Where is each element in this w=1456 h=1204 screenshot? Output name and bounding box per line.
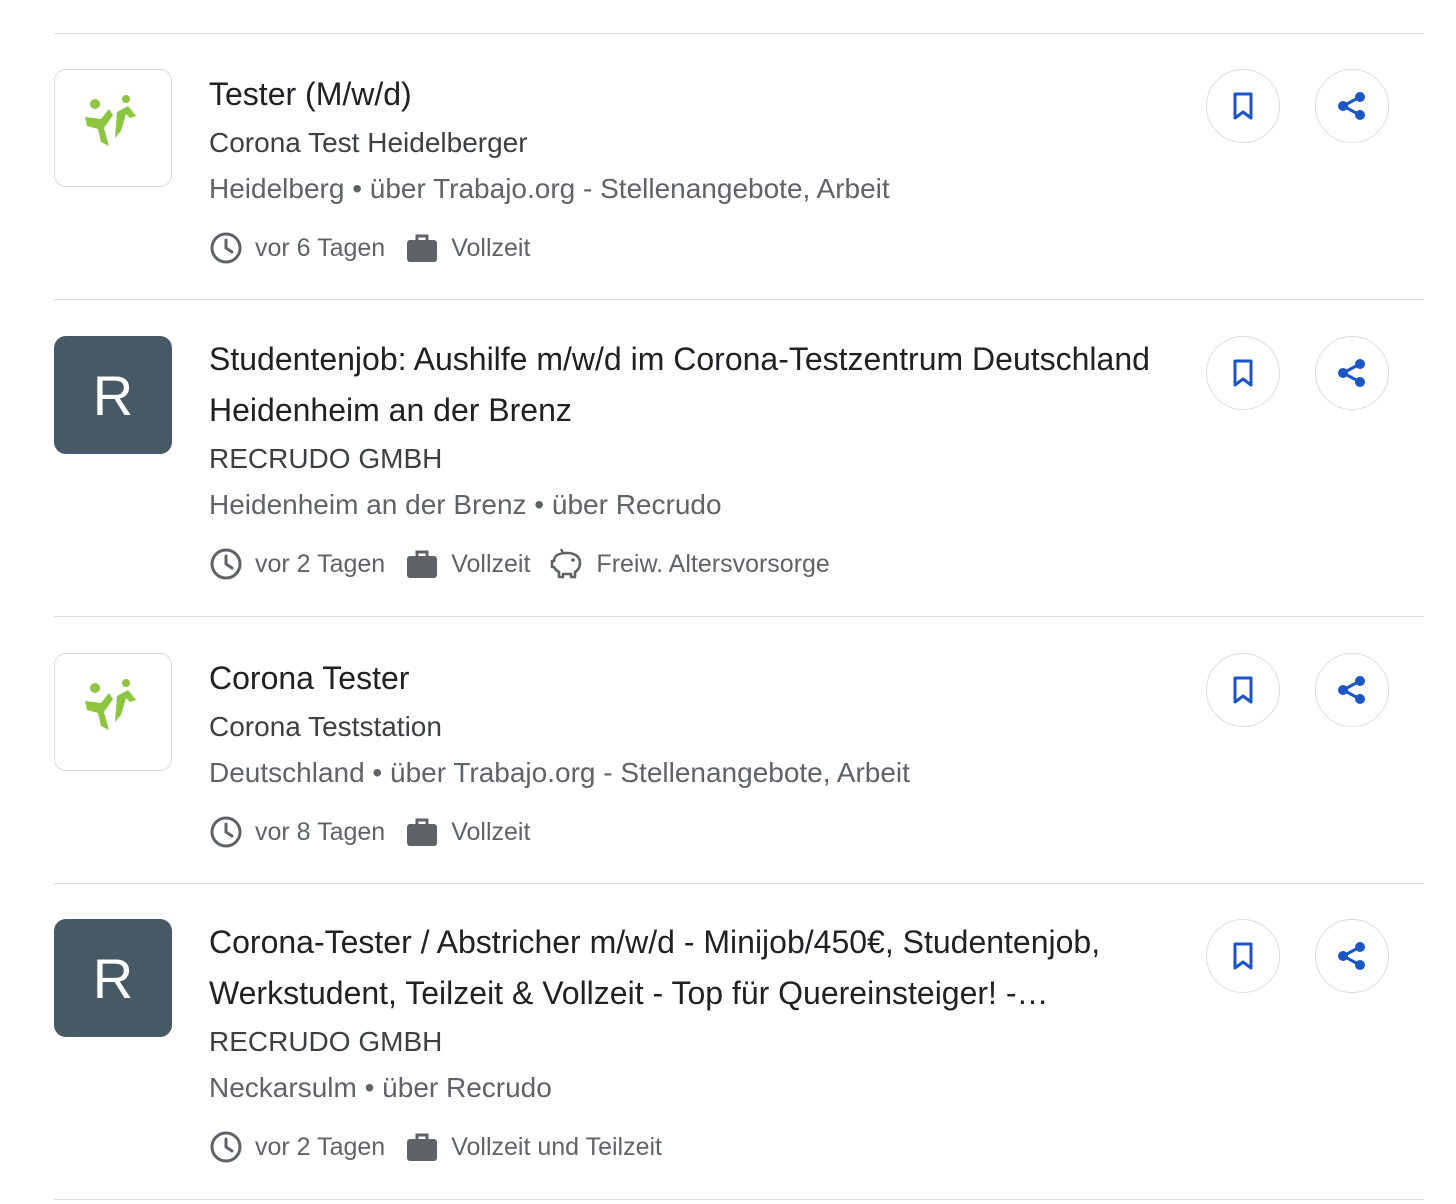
save-button[interactable]: [1206, 919, 1280, 993]
save-button[interactable]: [1206, 653, 1280, 727]
company-logo: R: [54, 919, 172, 1037]
job-type-label: Vollzeit: [451, 817, 531, 846]
benefit-chip: Freiw. Altersvorsorge: [550, 547, 830, 581]
trabajo-logo-icon: [85, 95, 136, 146]
divider-bottom: [54, 1199, 1424, 1200]
share-icon: [1338, 942, 1365, 970]
job-type-label: Vollzeit und Teilzeit: [451, 1132, 662, 1161]
divider: [54, 883, 1424, 884]
company-logo: R: [54, 336, 172, 454]
job-location-source: Deutschland • über Trabajo.org - Stellen…: [209, 757, 910, 788]
bookmark-icon: [1233, 359, 1253, 387]
job-location-source: Heidelberg • über Trabajo.org - Stellena…: [209, 173, 890, 204]
clock-icon: [210, 816, 242, 848]
share-button[interactable]: [1315, 653, 1389, 727]
piggy-bank-icon: [551, 548, 582, 579]
bookmark-icon: [1233, 942, 1253, 970]
divider-top: [54, 33, 1424, 34]
briefcase-icon: [407, 234, 438, 262]
share-icon: [1338, 359, 1365, 387]
company-name: RECRUDO GMBH: [209, 1026, 443, 1057]
share-button[interactable]: [1315, 69, 1389, 143]
share-button[interactable]: [1315, 919, 1389, 993]
divider: [54, 299, 1424, 300]
divider: [54, 616, 1424, 617]
posted-label: vor 2 Tagen: [255, 1132, 386, 1161]
posted-chip: vor 6 Tagen: [209, 231, 385, 265]
job-meta: vor 6 Tagen Vollzeit: [209, 231, 1169, 265]
company-name: Corona Teststation: [209, 711, 442, 742]
share-icon: [1338, 676, 1365, 704]
job-location-source: Neckarsulm • über Recrudo: [209, 1072, 552, 1103]
briefcase-icon: [407, 1133, 438, 1161]
bookmark-icon: [1233, 92, 1253, 120]
posted-chip: vor 2 Tagen: [209, 547, 385, 581]
job-meta: vor 2 Tagen Vollzeit und Teilzeit: [209, 1130, 1169, 1164]
posted-chip: vor 8 Tagen: [209, 815, 385, 849]
job-meta: vor 8 Tagen Vollzeit: [209, 815, 1169, 849]
clock-icon: [210, 1131, 242, 1163]
clock-icon: [210, 548, 242, 580]
job-title[interactable]: Studentenjob: Aushilfe m/w/d im Corona-T…: [209, 334, 1169, 436]
job-type-chip: Vollzeit: [405, 815, 530, 849]
job-title[interactable]: Tester (M/w/d): [209, 69, 1169, 120]
job-type-label: Vollzeit: [451, 233, 531, 262]
posted-label: vor 2 Tagen: [255, 549, 386, 578]
briefcase-icon: [407, 818, 438, 846]
company-name: Corona Test Heidelberger: [209, 127, 528, 158]
job-meta: vor 2 Tagen Vollzeit Freiw. Altersvorsor…: [209, 547, 1169, 581]
briefcase-icon: [407, 550, 438, 578]
company-name: RECRUDO GMBH: [209, 443, 443, 474]
job-title[interactable]: Corona Tester: [209, 653, 1169, 704]
job-type-chip: Vollzeit: [405, 231, 530, 265]
company-logo: [54, 653, 172, 771]
posted-label: vor 8 Tagen: [255, 817, 386, 846]
bookmark-icon: [1233, 676, 1253, 704]
job-type-chip: Vollzeit: [405, 547, 530, 581]
posted-label: vor 6 Tagen: [255, 233, 386, 262]
save-button[interactable]: [1206, 69, 1280, 143]
job-type-label: Vollzeit: [451, 549, 531, 578]
posted-chip: vor 2 Tagen: [209, 1130, 385, 1164]
clock-icon: [210, 232, 242, 264]
job-type-chip: Vollzeit und Teilzeit: [405, 1130, 662, 1164]
share-button[interactable]: [1315, 336, 1389, 410]
benefit-label: Freiw. Altersvorsorge: [596, 549, 830, 578]
job-title[interactable]: Corona-Tester / Abstricher m/w/d - Minij…: [209, 917, 1169, 1019]
company-logo: [54, 69, 172, 187]
job-location-source: Heidenheim an der Brenz • über Recrudo: [209, 489, 722, 520]
save-button[interactable]: [1206, 336, 1280, 410]
trabajo-logo-icon: [85, 679, 136, 730]
share-icon: [1338, 92, 1365, 120]
